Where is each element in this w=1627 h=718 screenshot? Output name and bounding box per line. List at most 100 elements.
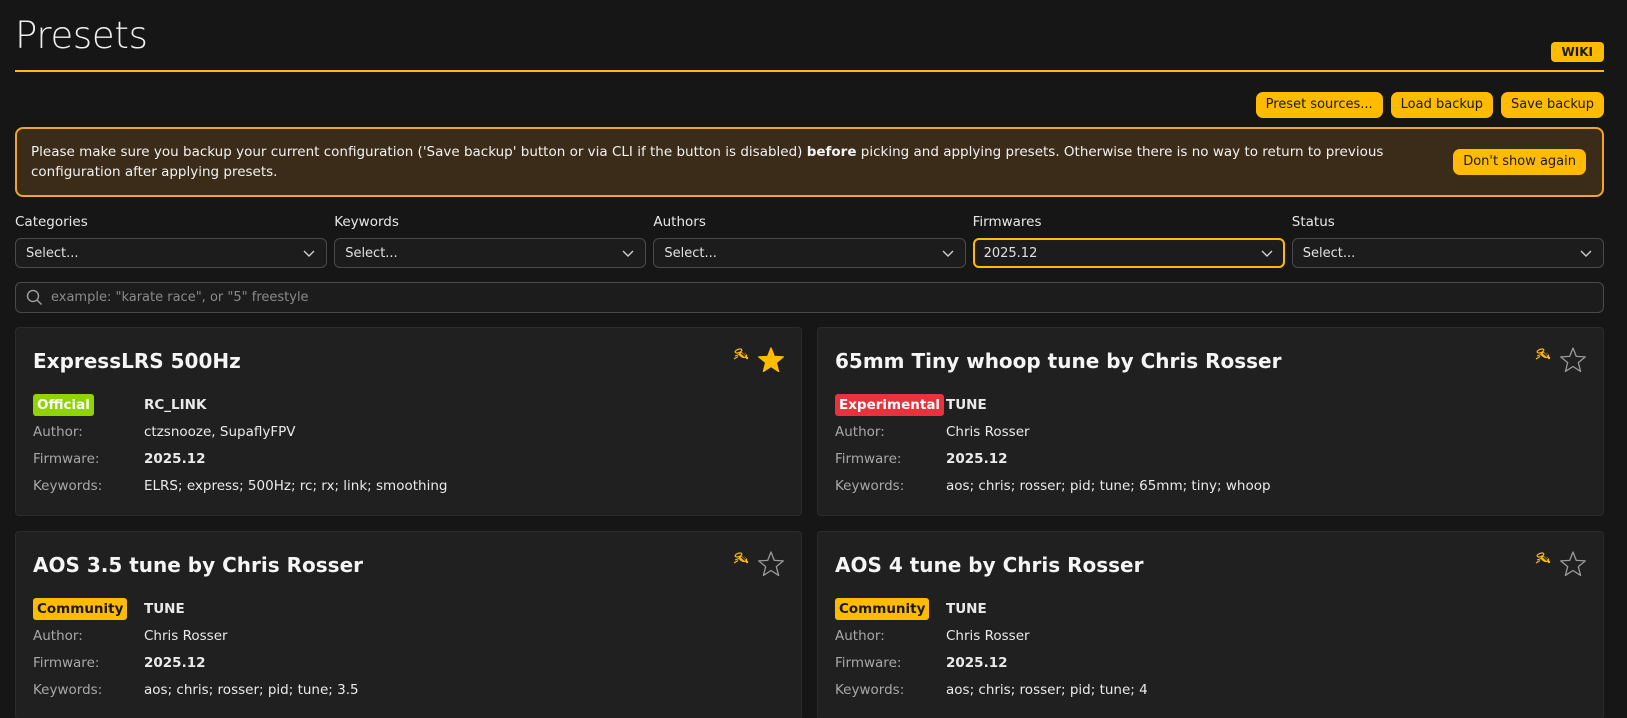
preset-keywords: aos; chris; rosser; pid; tune; 4 bbox=[946, 681, 1148, 698]
toolbar: Preset sources... Load backup Save backu… bbox=[1255, 92, 1604, 118]
preset-title: AOS 4 tune by Chris Rosser bbox=[835, 553, 1144, 577]
keywords-label: Keywords: bbox=[835, 681, 905, 698]
preset-meta: Experimental TUNE Author: Chris Rosser F… bbox=[835, 391, 1586, 499]
search-box bbox=[15, 282, 1604, 313]
select-value: Select... bbox=[1302, 245, 1356, 261]
preset-card[interactable]: AOS 4 tune by Chris Rosser Community TUN… bbox=[817, 531, 1604, 718]
authors-select[interactable]: Select... bbox=[653, 238, 966, 268]
firmware-label: Firmware: bbox=[33, 654, 100, 671]
author-label: Author: bbox=[33, 627, 83, 644]
status-badge: Official bbox=[33, 393, 94, 416]
status-cell: Official bbox=[33, 391, 144, 418]
categories-select[interactable]: Select... bbox=[15, 238, 328, 268]
preset-icons bbox=[1534, 346, 1587, 374]
firmwares-select[interactable]: 2025.12 bbox=[972, 238, 1285, 268]
page-title: Presets bbox=[15, 14, 148, 57]
preset-title: AOS 3.5 tune by Chris Rosser bbox=[33, 553, 363, 577]
preset-icons bbox=[1534, 550, 1587, 578]
favorite-star-icon[interactable] bbox=[1559, 346, 1587, 374]
preset-meta: Official RC_LINK Author: ctzsnooze, Supa… bbox=[33, 391, 784, 499]
preset-card[interactable]: AOS 3.5 tune by Chris Rosser Community T… bbox=[15, 531, 802, 718]
preset-card[interactable]: ExpressLRS 500Hz Official RC_LINK Author… bbox=[15, 327, 802, 516]
preset-author: Chris Rosser bbox=[946, 627, 1030, 644]
search-icon bbox=[26, 289, 43, 306]
preset-keywords: aos; chris; rosser; pid; tune; 65mm; tin… bbox=[946, 477, 1271, 494]
favorite-star-icon[interactable] bbox=[757, 346, 785, 374]
preset-list: ExpressLRS 500Hz Official RC_LINK Author… bbox=[15, 327, 1604, 718]
preset-category: TUNE bbox=[144, 600, 185, 617]
preset-meta: Community TUNE Author: Chris Rosser Firm… bbox=[835, 595, 1586, 703]
preset-category: TUNE bbox=[946, 600, 987, 617]
firmware-label: Firmware: bbox=[835, 654, 902, 671]
keywords-label: Keywords: bbox=[835, 477, 905, 494]
status-cell: Community bbox=[835, 595, 946, 622]
status-badge: Experimental bbox=[835, 393, 945, 416]
preset-keywords: aos; chris; rosser; pid; tune; 3.5 bbox=[144, 681, 359, 698]
preset-firmware: 2025.12 bbox=[946, 654, 1008, 671]
status-cell: Community bbox=[33, 595, 144, 622]
presets-page: Presets WIKI Preset sources... Load back… bbox=[15, 0, 1604, 718]
author-label: Author: bbox=[33, 423, 83, 440]
preset-title: ExpressLRS 500Hz bbox=[33, 349, 241, 373]
chevron-down-icon bbox=[303, 250, 315, 257]
select-value: Select... bbox=[664, 245, 717, 261]
preset-sources-button[interactable]: Preset sources... bbox=[1255, 92, 1383, 118]
author-label: Author: bbox=[835, 423, 885, 440]
preset-firmware: 2025.12 bbox=[144, 450, 206, 467]
wiki-button[interactable]: WIKI bbox=[1550, 42, 1604, 62]
preset-author: Chris Rosser bbox=[144, 627, 228, 644]
favorite-star-icon[interactable] bbox=[757, 550, 785, 578]
filter-status: Status Select... bbox=[1291, 214, 1604, 268]
filter-label: Categories bbox=[15, 214, 88, 230]
keywords-label: Keywords: bbox=[33, 477, 103, 494]
bee-icon bbox=[733, 552, 749, 564]
status-badge: Community bbox=[33, 597, 128, 620]
author-label: Author: bbox=[835, 627, 885, 644]
filter-categories: Categories Select... bbox=[15, 214, 328, 268]
filter-bar: Categories Select... Keywords Select... … bbox=[15, 214, 1604, 268]
preset-icons bbox=[732, 550, 785, 578]
status-cell: Experimental bbox=[835, 391, 946, 418]
load-backup-button[interactable]: Load backup bbox=[1390, 92, 1493, 118]
warning-text: Please make sure you backup your current… bbox=[31, 142, 1453, 182]
keywords-select[interactable]: Select... bbox=[334, 238, 647, 268]
filter-label: Firmwares bbox=[972, 214, 1042, 230]
preset-author: Chris Rosser bbox=[946, 423, 1030, 440]
warning-text-start: Please make sure you backup your current… bbox=[31, 144, 807, 160]
dont-show-again-button[interactable]: Don't show again bbox=[1453, 149, 1586, 175]
chevron-down-icon bbox=[1261, 250, 1273, 257]
save-backup-button[interactable]: Save backup bbox=[1500, 92, 1604, 118]
firmware-label: Firmware: bbox=[33, 450, 100, 467]
preset-author: ctzsnooze, SupaflyFPV bbox=[144, 423, 296, 440]
preset-title: 65mm Tiny whoop tune by Chris Rosser bbox=[835, 349, 1282, 373]
bee-icon bbox=[733, 348, 749, 360]
preset-meta: Community TUNE Author: Chris Rosser Firm… bbox=[33, 595, 784, 703]
chevron-down-icon bbox=[942, 250, 954, 257]
preset-firmware: 2025.12 bbox=[144, 654, 206, 671]
chevron-down-icon bbox=[1580, 250, 1592, 257]
keywords-label: Keywords: bbox=[33, 681, 103, 698]
select-value: Select... bbox=[345, 245, 398, 261]
filter-authors: Authors Select... bbox=[653, 214, 966, 268]
chevron-down-icon bbox=[622, 250, 634, 257]
filter-label: Status bbox=[1291, 214, 1335, 230]
preset-card[interactable]: 65mm Tiny whoop tune by Chris Rosser Exp… bbox=[817, 327, 1604, 516]
select-value: Select... bbox=[26, 245, 79, 261]
warning-text-emphasis: before bbox=[806, 144, 857, 160]
filter-label: Keywords bbox=[334, 214, 399, 230]
filter-firmwares: Firmwares 2025.12 bbox=[972, 214, 1285, 268]
search-input[interactable] bbox=[51, 290, 1593, 305]
status-badge: Community bbox=[835, 597, 930, 620]
preset-category: RC_LINK bbox=[144, 396, 207, 413]
status-select[interactable]: Select... bbox=[1291, 238, 1604, 268]
select-value: 2025.12 bbox=[983, 245, 1038, 261]
preset-firmware: 2025.12 bbox=[946, 450, 1008, 467]
filter-keywords: Keywords Select... bbox=[334, 214, 647, 268]
preset-keywords: ELRS; express; 500Hz; rc; rx; link; smoo… bbox=[144, 477, 448, 494]
preset-category: TUNE bbox=[946, 396, 987, 413]
preset-icons bbox=[732, 346, 785, 374]
favorite-star-icon[interactable] bbox=[1559, 550, 1587, 578]
firmware-label: Firmware: bbox=[835, 450, 902, 467]
bee-icon bbox=[1535, 552, 1551, 564]
bee-icon bbox=[1535, 348, 1551, 360]
